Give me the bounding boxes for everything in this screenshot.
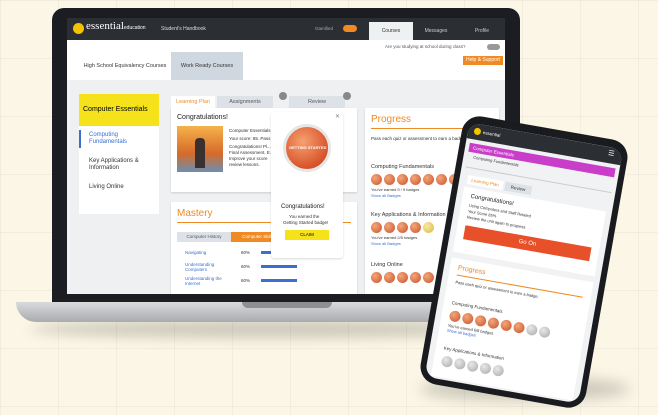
badge-modal-title: Congratulations! bbox=[281, 204, 325, 210]
congrats-title: Congratulations! bbox=[177, 114, 228, 121]
badge-icon bbox=[371, 272, 382, 283]
brand-logo: essential bbox=[482, 129, 501, 138]
mastery-row-pct: 60% bbox=[241, 264, 251, 269]
progress-section-title: Living Online bbox=[371, 262, 403, 268]
badge-icon bbox=[448, 309, 462, 323]
mastery-row-pct: 60% bbox=[241, 278, 251, 283]
app-topbar: essentialeducation Student's Handbook Ga… bbox=[67, 18, 505, 40]
badge-icon bbox=[436, 174, 447, 185]
badge-icon bbox=[487, 316, 500, 330]
course-sidebar: Computer Essentials Computing Fundamenta… bbox=[79, 94, 159, 214]
congrats-line: Congratulations! Pl... bbox=[229, 144, 271, 149]
badge-icon bbox=[410, 174, 421, 185]
help-support-button[interactable]: Help & Support bbox=[463, 56, 503, 65]
sidebar-item-living-online[interactable]: Living Online bbox=[89, 184, 124, 191]
congrats-line: review lessons. bbox=[229, 162, 260, 167]
getting-started-badge-icon: GETTING STARTED bbox=[283, 124, 331, 172]
sidebar-item-key-applications[interactable]: Key Applications & Information bbox=[89, 158, 155, 172]
badge-icon bbox=[384, 174, 395, 185]
assignments-count-icon bbox=[279, 92, 287, 100]
study-question: Are you studying at school during class? bbox=[385, 44, 466, 49]
badge-icon bbox=[491, 364, 505, 378]
badge-icon bbox=[397, 222, 408, 233]
badge-icon bbox=[410, 272, 421, 283]
congrats-line: Computer Essentials bbox=[229, 128, 271, 133]
badge-icon bbox=[440, 355, 454, 369]
badge-icon bbox=[397, 272, 408, 283]
gamified-label: Gamified bbox=[315, 26, 334, 31]
close-icon[interactable]: ✕ bbox=[335, 114, 340, 121]
tab-hse-courses[interactable]: High School Equivalency Courses bbox=[79, 52, 171, 80]
badge-icon bbox=[499, 319, 513, 332]
brand-logo-icon bbox=[473, 127, 482, 136]
badge-icon bbox=[479, 362, 492, 375]
mastery-row-label[interactable]: Navigating bbox=[185, 250, 206, 255]
badge-icon bbox=[512, 321, 526, 335]
sidebar-item-computing-fundamentals[interactable]: Computing Fundamentals bbox=[89, 132, 149, 146]
brand-logo-icon bbox=[73, 23, 84, 34]
tab-profile[interactable]: Profile bbox=[459, 22, 505, 40]
progress-section-title: Key Applications & Information bbox=[371, 212, 446, 218]
mastery-row-bar bbox=[261, 265, 297, 268]
badge-icon bbox=[423, 222, 434, 233]
mastery-row-pct: 60% bbox=[241, 250, 251, 255]
sidebar-title[interactable]: Computer Essentials bbox=[79, 94, 159, 126]
show-all-badges-link[interactable]: Show all Badges bbox=[371, 193, 401, 199]
phone-progress-card: Progress Pass each quiz or assessment to… bbox=[430, 257, 594, 401]
tab-computer-history[interactable]: Computer History bbox=[177, 232, 231, 242]
menu-icon[interactable]: ☰ bbox=[607, 150, 615, 159]
mastery-row-label[interactable]: Understanding Computers bbox=[185, 262, 237, 273]
tab-review[interactable]: Review bbox=[289, 96, 345, 108]
brand-logo: essentialeducation bbox=[86, 20, 146, 32]
badge-modal-line: Getting Started badge! bbox=[283, 220, 329, 225]
badge-row bbox=[371, 270, 436, 288]
badge-icon bbox=[423, 174, 434, 185]
badge-modal: ✕ GETTING STARTED Congratulations! You e… bbox=[271, 112, 343, 258]
congrats-line: Improve your score bbox=[229, 156, 268, 161]
badge-icon bbox=[453, 357, 467, 371]
progress-section-title: Computing Fundamentals bbox=[371, 164, 434, 170]
claim-button[interactable]: CLAIM bbox=[285, 230, 329, 240]
tab-messages[interactable]: Messages bbox=[413, 22, 459, 40]
badge-modal-line: You earned the bbox=[289, 214, 320, 219]
badge-icon bbox=[384, 272, 395, 283]
congrats-line: Your score: 85. Pass bbox=[229, 136, 271, 141]
study-toggle[interactable] bbox=[487, 44, 500, 50]
celebration-photo bbox=[177, 126, 223, 172]
badge-icon bbox=[538, 325, 552, 339]
tab-courses[interactable]: Courses bbox=[369, 22, 413, 40]
review-count-icon bbox=[343, 92, 351, 100]
progress-title: Progress bbox=[371, 114, 412, 125]
badge-icon bbox=[461, 312, 475, 325]
tab-learning-plan[interactable]: Learning Plan bbox=[171, 96, 215, 108]
badge-icon bbox=[410, 222, 421, 233]
go-on-button[interactable]: Go On bbox=[463, 225, 592, 262]
congrats-line: Final Assessment. E... bbox=[229, 150, 274, 155]
badge-icon bbox=[371, 174, 382, 185]
handbook-title: Student's Handbook bbox=[161, 26, 206, 32]
badge-icon bbox=[397, 174, 408, 185]
mastery-row-bar bbox=[261, 279, 297, 282]
badge-icon bbox=[466, 359, 480, 373]
tab-work-ready-courses[interactable]: Work Ready Courses bbox=[171, 52, 243, 80]
badge-icon bbox=[525, 323, 539, 337]
mastery-title: Mastery bbox=[177, 208, 213, 219]
show-all-badges-link[interactable]: Show all Badges bbox=[371, 241, 401, 247]
mastery-row-label[interactable]: Understanding the Internet bbox=[185, 276, 237, 287]
tab-assignments[interactable]: Assignments bbox=[217, 96, 273, 108]
badge-icon bbox=[474, 314, 487, 328]
gamified-toggle[interactable] bbox=[343, 25, 357, 32]
badge-icon bbox=[371, 222, 382, 233]
sidebar-active-marker bbox=[79, 130, 81, 148]
laptop-notch bbox=[242, 302, 332, 308]
badge-icon bbox=[423, 272, 434, 283]
badge-icon bbox=[384, 222, 395, 233]
